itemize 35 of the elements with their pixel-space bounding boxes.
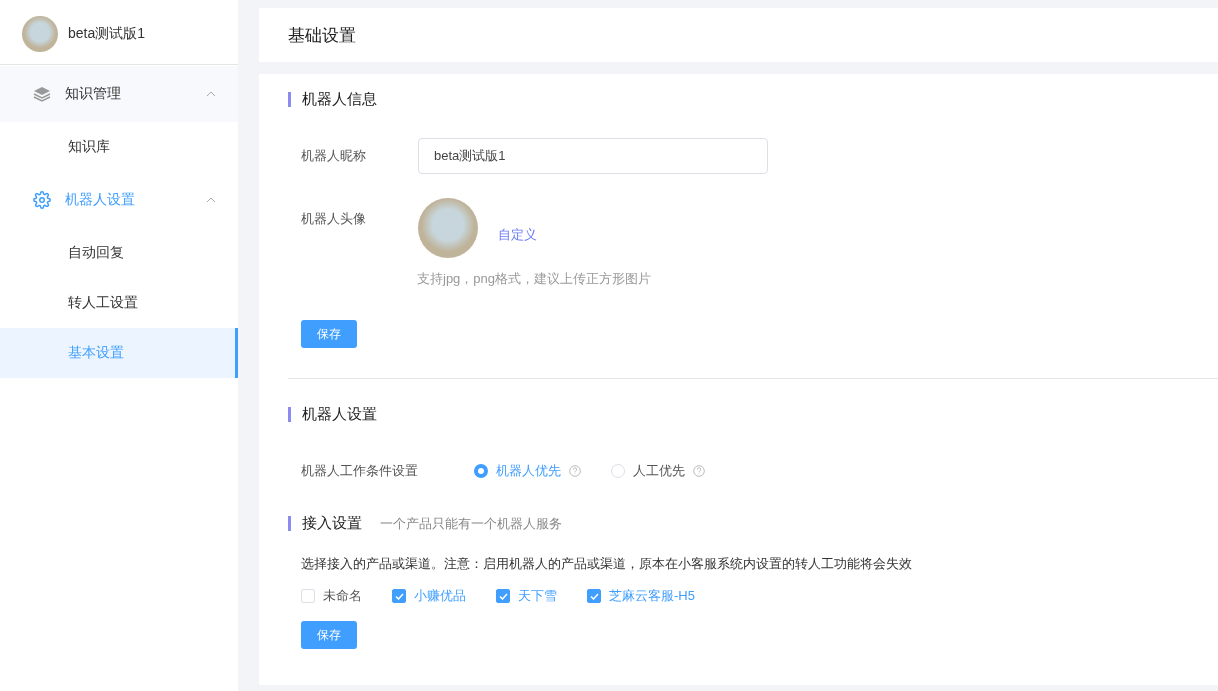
help-icon [569, 465, 581, 477]
avatar-hint: 支持jpg，png格式，建议上传正方形图片 [417, 270, 653, 288]
field-label: 机器人工作条件设置 [301, 462, 419, 480]
menu-group-label: 知识管理 [65, 85, 122, 103]
help-icon [693, 465, 705, 477]
section-title-text: 机器人信息 [302, 90, 377, 109]
avatar-placeholder [418, 198, 478, 258]
bot-name: beta测试版1 [68, 25, 146, 43]
section-subtitle: 一个产品只能有一个机器人服务 [380, 514, 562, 533]
field-label: 机器人昵称 [301, 147, 367, 165]
radio-label[interactable]: 人工优先 [633, 462, 685, 480]
save-button[interactable]: 保存 [301, 320, 357, 348]
section-title-text: 机器人设置 [302, 405, 377, 424]
checkbox-label[interactable]: 未命名 [323, 587, 362, 605]
layers-icon [33, 86, 51, 102]
checkbox-label[interactable]: 芝麻云客服-H5 [609, 587, 695, 605]
checkbox[interactable] [496, 589, 510, 603]
checkbox-label[interactable]: 天下雪 [518, 587, 557, 605]
menu-group-label: 机器人设置 [65, 191, 136, 209]
checkbox[interactable] [587, 589, 601, 603]
avatar-placeholder [22, 16, 58, 52]
menu-item[interactable]: 基本设置 [0, 328, 238, 378]
page-title: 基础设置 [259, 8, 1218, 62]
settings-icon [33, 191, 51, 209]
checkbox-label[interactable]: 小赚优品 [414, 587, 466, 605]
input-field[interactable]: beta测试版1 [418, 138, 768, 174]
save-button[interactable]: 保存 [301, 621, 357, 649]
section-title-text: 接入设置 [302, 514, 362, 533]
menu-group[interactable]: 知识管理 [0, 66, 238, 122]
checkbox[interactable] [392, 589, 406, 603]
access-note: 选择接入的产品或渠道。注意：启用机器人的产品或渠道，原本在小客服系统内设置的转人工功能将会失效 [301, 555, 913, 573]
customize-link[interactable]: 自定义 [498, 226, 537, 244]
field-label: 机器人头像 [301, 210, 367, 228]
radio-button[interactable] [474, 464, 488, 478]
radio-label[interactable]: 机器人优先 [496, 462, 561, 480]
